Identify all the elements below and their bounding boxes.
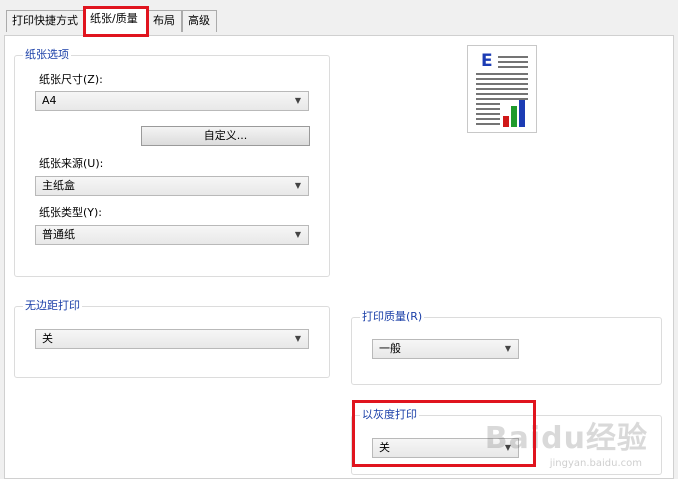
print-quality-value: 一般: [379, 342, 401, 355]
document-preview-icon: E: [476, 51, 528, 127]
grayscale-legend: 以灰度打印: [360, 408, 419, 422]
print-quality-select[interactable]: 一般 ▼: [372, 339, 519, 359]
paper-source-select[interactable]: 主纸盒 ▼: [35, 176, 309, 196]
tab-bar: 打印快捷方式 纸张/质量 布局 高级: [0, 0, 678, 36]
borderless-select[interactable]: 关 ▼: [35, 329, 309, 349]
paper-size-select[interactable]: A4 ▼: [35, 91, 309, 111]
tab-layout[interactable]: 布局: [147, 10, 182, 32]
borderless-legend: 无边距打印: [23, 299, 82, 313]
chevron-down-icon: ▼: [294, 181, 301, 190]
paper-size-value: A4: [42, 94, 57, 107]
chevron-down-icon: ▼: [504, 344, 511, 353]
grayscale-value: 关: [379, 441, 390, 454]
paper-source-value: 主纸盒: [42, 179, 75, 192]
preview-letter: E: [481, 51, 493, 71]
paper-type-select[interactable]: 普通纸 ▼: [35, 225, 309, 245]
preview-bar-red: [503, 116, 509, 127]
baidu-watermark-url: jingyan.baidu.com: [549, 458, 642, 469]
paper-size-label: 纸张尺寸(Z):: [39, 73, 103, 86]
paper-type-label: 纸张类型(Y):: [39, 206, 103, 219]
print-quality-legend: 打印质量(R): [360, 310, 425, 324]
chevron-down-icon: ▼: [294, 334, 301, 343]
page-preview-image: E: [467, 45, 537, 133]
paper-source-label: 纸张来源(U):: [39, 157, 104, 170]
tab-print-shortcuts[interactable]: 打印快捷方式: [6, 10, 84, 32]
tab-paper-quality[interactable]: 纸张/质量: [84, 8, 147, 36]
chevron-down-icon: ▼: [294, 230, 301, 239]
preview-bar-blue: [519, 100, 525, 127]
baidu-watermark: Baidu经验: [484, 421, 648, 456]
chevron-down-icon: ▼: [294, 96, 301, 105]
tab-advanced[interactable]: 高级: [182, 10, 217, 32]
paper-options-legend: 纸张选项: [23, 48, 71, 62]
borderless-value: 关: [42, 332, 53, 345]
paper-type-value: 普通纸: [42, 228, 75, 241]
custom-size-button[interactable]: 自定义...: [141, 126, 310, 146]
preview-bar-green: [511, 106, 517, 127]
